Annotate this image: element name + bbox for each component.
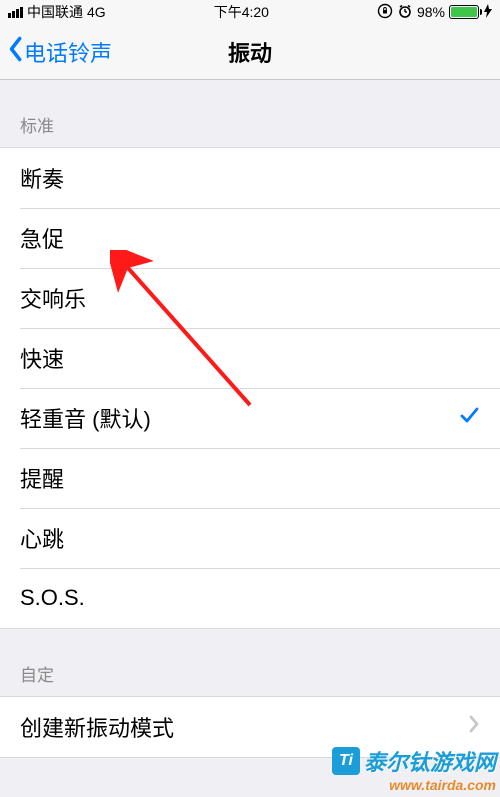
- back-label: 电话铃声: [24, 36, 112, 68]
- vibration-option[interactable]: 提醒: [0, 448, 500, 508]
- alarm-icon: [397, 3, 413, 22]
- clock-label: 下午4:20: [214, 2, 269, 22]
- option-label: S.O.S.: [20, 585, 85, 611]
- battery-pct-label: 98%: [417, 4, 445, 20]
- chevron-left-icon: [6, 35, 24, 69]
- section-header-standard: 标准: [0, 80, 500, 147]
- option-label: 轻重音 (默认): [20, 402, 151, 434]
- status-bar: 中国联通 4G 下午4:20 98%: [0, 0, 500, 24]
- lock-rotation-icon: [377, 3, 393, 22]
- charging-icon: [484, 4, 492, 21]
- option-label: 心跳: [20, 522, 64, 554]
- back-button[interactable]: 电话铃声: [0, 35, 112, 69]
- create-new-vibration[interactable]: 创建新振动模式: [0, 697, 500, 757]
- custom-list: 创建新振动模式: [0, 696, 500, 758]
- vibration-option[interactable]: 急促: [0, 208, 500, 268]
- option-label: 断奏: [20, 162, 64, 194]
- vibration-option[interactable]: S.O.S.: [0, 568, 500, 628]
- section-header-custom: 自定: [0, 629, 500, 696]
- option-label: 快速: [20, 342, 64, 374]
- option-label: 创建新振动模式: [20, 711, 174, 743]
- standard-list: 断奏 急促 交响乐 快速 轻重音 (默认) 提醒 心跳 S.O.S.: [0, 147, 500, 629]
- vibration-option[interactable]: 快速: [0, 328, 500, 388]
- option-label: 交响乐: [20, 282, 86, 314]
- nav-bar: 电话铃声 振动: [0, 24, 500, 80]
- status-right: 98%: [377, 3, 492, 22]
- option-label: 提醒: [20, 462, 64, 494]
- checkmark-icon: [458, 404, 480, 432]
- option-label: 急促: [20, 222, 64, 254]
- chevron-right-icon: [468, 714, 480, 740]
- vibration-option-selected[interactable]: 轻重音 (默认): [0, 388, 500, 448]
- vibration-option[interactable]: 交响乐: [0, 268, 500, 328]
- battery-icon: [449, 5, 479, 19]
- watermark-url: www.tairda.com: [332, 777, 496, 793]
- network-label: 4G: [87, 4, 106, 20]
- signal-icon: [8, 7, 23, 18]
- vibration-option[interactable]: 断奏: [0, 148, 500, 208]
- status-left: 中国联通 4G: [8, 2, 106, 22]
- page-title: 振动: [228, 36, 272, 68]
- carrier-label: 中国联通: [27, 2, 83, 22]
- vibration-option[interactable]: 心跳: [0, 508, 500, 568]
